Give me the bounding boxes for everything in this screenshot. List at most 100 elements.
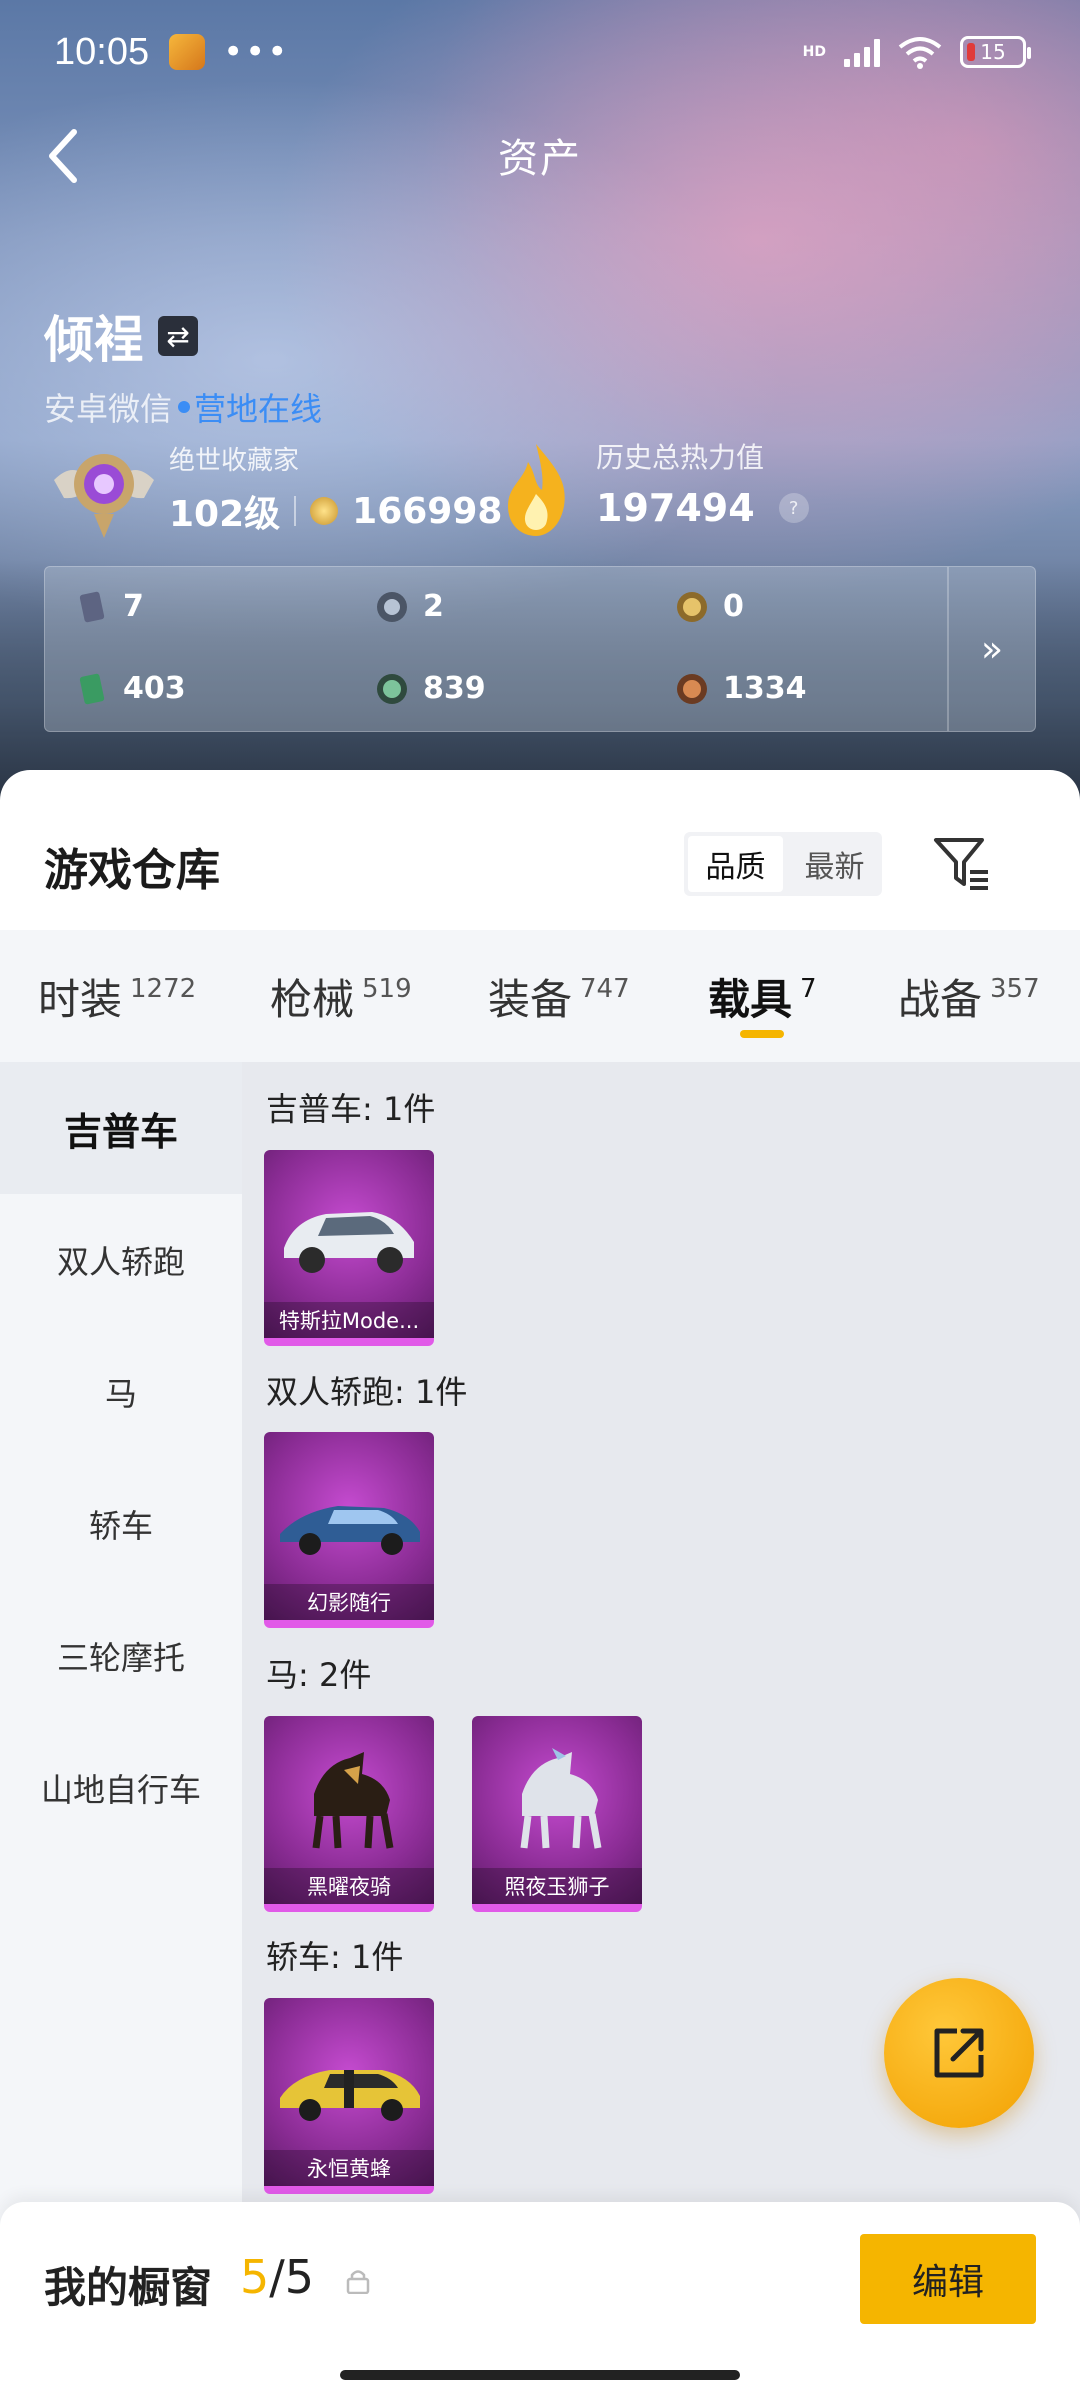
- yellow-car-image: [280, 2070, 420, 2121]
- rank-title: 绝世收藏家: [169, 446, 300, 476]
- switch-account-icon[interactable]: ⇄: [158, 316, 198, 356]
- gear-coin-icon: [377, 591, 407, 622]
- vehicle-type-sidebar: 吉普车 双人轿跑 马 轿车 三轮摩托 山地自行车: [0, 1062, 242, 2400]
- showcase-title: 我的橱窗: [44, 2263, 213, 2312]
- player-name: 倾裎: [44, 311, 144, 369]
- vehicle-list: 吉普车: 1件 特斯拉Mode... 双人轿跑: 1件 幻影随行 马: 2件 黑…: [242, 1062, 1080, 2400]
- group-title: 轿车: 1件: [266, 1938, 404, 1976]
- green-orb-icon: [377, 673, 407, 704]
- active-tab-indicator: [740, 1030, 784, 1038]
- sidebar-item-mtb[interactable]: 山地自行车: [0, 1722, 242, 1854]
- stat-item[interactable]: 0: [675, 589, 744, 624]
- back-arrow-icon[interactable]: [40, 126, 90, 186]
- sort-quality-button[interactable]: 品质: [688, 836, 783, 892]
- vehicle-card[interactable]: 特斯拉Mode...: [264, 1150, 434, 1346]
- category-tabs: 时装 1272 枪械 519 装备 747 载具 7 战备 357: [0, 930, 1080, 1062]
- stat-value: 2: [423, 589, 444, 624]
- tab-count: 7: [800, 974, 817, 1004]
- stat-item[interactable]: 1334: [675, 671, 807, 706]
- page-title: 资产: [498, 136, 582, 182]
- vehicle-name: 永恒黄蜂: [264, 2150, 434, 2186]
- tab-count: 357: [990, 974, 1040, 1004]
- tab-vehicles[interactable]: 载具 7: [708, 930, 817, 1062]
- green-card-icon: [79, 673, 105, 704]
- warehouse-title: 游戏仓库: [44, 845, 220, 896]
- group-title: 吉普车: 1件: [266, 1090, 436, 1128]
- divider: [294, 496, 297, 526]
- black-horse-image: [312, 1752, 394, 1849]
- online-dot-icon: [178, 401, 191, 413]
- status-bar: 10:05 ••• HD 15: [54, 22, 1031, 82]
- vehicle-card[interactable]: 照夜玉狮子: [472, 1716, 642, 1912]
- group-title: 双人轿跑: 1件: [266, 1373, 468, 1411]
- status-time: 10:05: [54, 30, 150, 73]
- showcase-total: 5: [284, 2250, 315, 2304]
- stat-item[interactable]: 839: [375, 671, 486, 706]
- stat-item[interactable]: 2: [375, 589, 444, 624]
- expand-stats-button[interactable]: »: [947, 567, 1035, 731]
- tab-supplies[interactable]: 战备 357: [898, 930, 1040, 1062]
- sort-newest-button[interactable]: 最新: [787, 832, 882, 896]
- top-nav: 资产: [0, 120, 1080, 190]
- collector-medal-icon: [54, 454, 154, 538]
- tab-fashion[interactable]: 时装 1272: [38, 930, 196, 1062]
- vehicle-card[interactable]: 永恒黄蜂: [264, 1998, 434, 2194]
- rank-level: 102级: [169, 494, 281, 535]
- filter-icon[interactable]: [930, 832, 994, 896]
- stat-value: 0: [723, 589, 744, 624]
- white-suv-image: [284, 1212, 414, 1273]
- tab-guns[interactable]: 枪械 519: [270, 930, 412, 1062]
- profile-header: 倾裎 ⇄ 安卓微信 营地在线: [44, 300, 322, 430]
- white-horse-image: [520, 1748, 602, 1849]
- blue-sports-car-image: [280, 1506, 420, 1555]
- heat-value: 197494: [596, 486, 755, 530]
- signal-icon: [844, 37, 880, 67]
- tab-count: 1272: [130, 974, 197, 1004]
- lock-icon: [346, 2270, 370, 2294]
- bronze-orb-icon: [677, 673, 707, 704]
- vehicle-card[interactable]: 黑曜夜骑: [264, 1716, 434, 1912]
- vehicle-name: 幻影随行: [264, 1584, 434, 1620]
- more-notifications-icon: •••: [223, 32, 290, 72]
- stat-item[interactable]: 7: [75, 589, 144, 624]
- tab-label: 枪械: [270, 974, 355, 1024]
- heat-title: 历史总热力值: [596, 441, 765, 474]
- battery-level: 15: [980, 40, 1006, 64]
- card-icon: [79, 591, 105, 622]
- vehicle-name: 照夜玉狮子: [472, 1868, 642, 1904]
- sidebar-item-jeep[interactable]: 吉普车: [0, 1062, 242, 1194]
- vehicle-card[interactable]: 幻影随行: [264, 1432, 434, 1628]
- stat-value: 839: [423, 671, 486, 706]
- tab-label: 战备: [898, 974, 983, 1024]
- stat-item[interactable]: 403: [75, 671, 186, 706]
- showcase-separator: /: [269, 2250, 285, 2304]
- tab-equipment[interactable]: 装备 747: [488, 930, 630, 1062]
- share-button[interactable]: [884, 1978, 1034, 2128]
- share-icon: [934, 2028, 984, 2078]
- tab-count: 519: [362, 974, 412, 1004]
- stat-value: 7: [123, 589, 144, 624]
- platform-label: 安卓微信: [44, 390, 173, 428]
- tab-label: 载具: [708, 974, 793, 1024]
- wifi-icon: [898, 37, 942, 69]
- hd-label: HD: [802, 44, 826, 60]
- rank-section: 绝世收藏家 102级 166998 历史总热力值 197494 ?: [44, 440, 1044, 540]
- sidebar-item-sedan[interactable]: 轿车: [0, 1458, 242, 1590]
- showcase-current: 5: [240, 2250, 270, 2304]
- group-title: 马: 2件: [266, 1656, 372, 1694]
- flame-icon: [508, 444, 565, 536]
- coin-count: 166998: [352, 490, 503, 532]
- sidebar-item-coupe[interactable]: 双人轿跑: [0, 1194, 242, 1326]
- resource-stats: 7 2 0 403 839 1334 »: [44, 566, 1036, 732]
- home-indicator: [340, 2370, 740, 2380]
- sidebar-item-trike[interactable]: 三轮摩托: [0, 1590, 242, 1722]
- battery-icon: 15: [960, 36, 1031, 68]
- stat-value: 403: [123, 671, 186, 706]
- help-icon[interactable]: ?: [778, 493, 809, 523]
- edit-button[interactable]: 编辑: [860, 2234, 1036, 2324]
- sidebar-item-horse[interactable]: 马: [0, 1326, 242, 1458]
- app-notification-icon: [169, 34, 206, 70]
- gold-badge-icon: [677, 591, 707, 622]
- vehicle-name: 特斯拉Mode...: [264, 1302, 434, 1338]
- sort-toggle: 品质 最新: [684, 832, 882, 896]
